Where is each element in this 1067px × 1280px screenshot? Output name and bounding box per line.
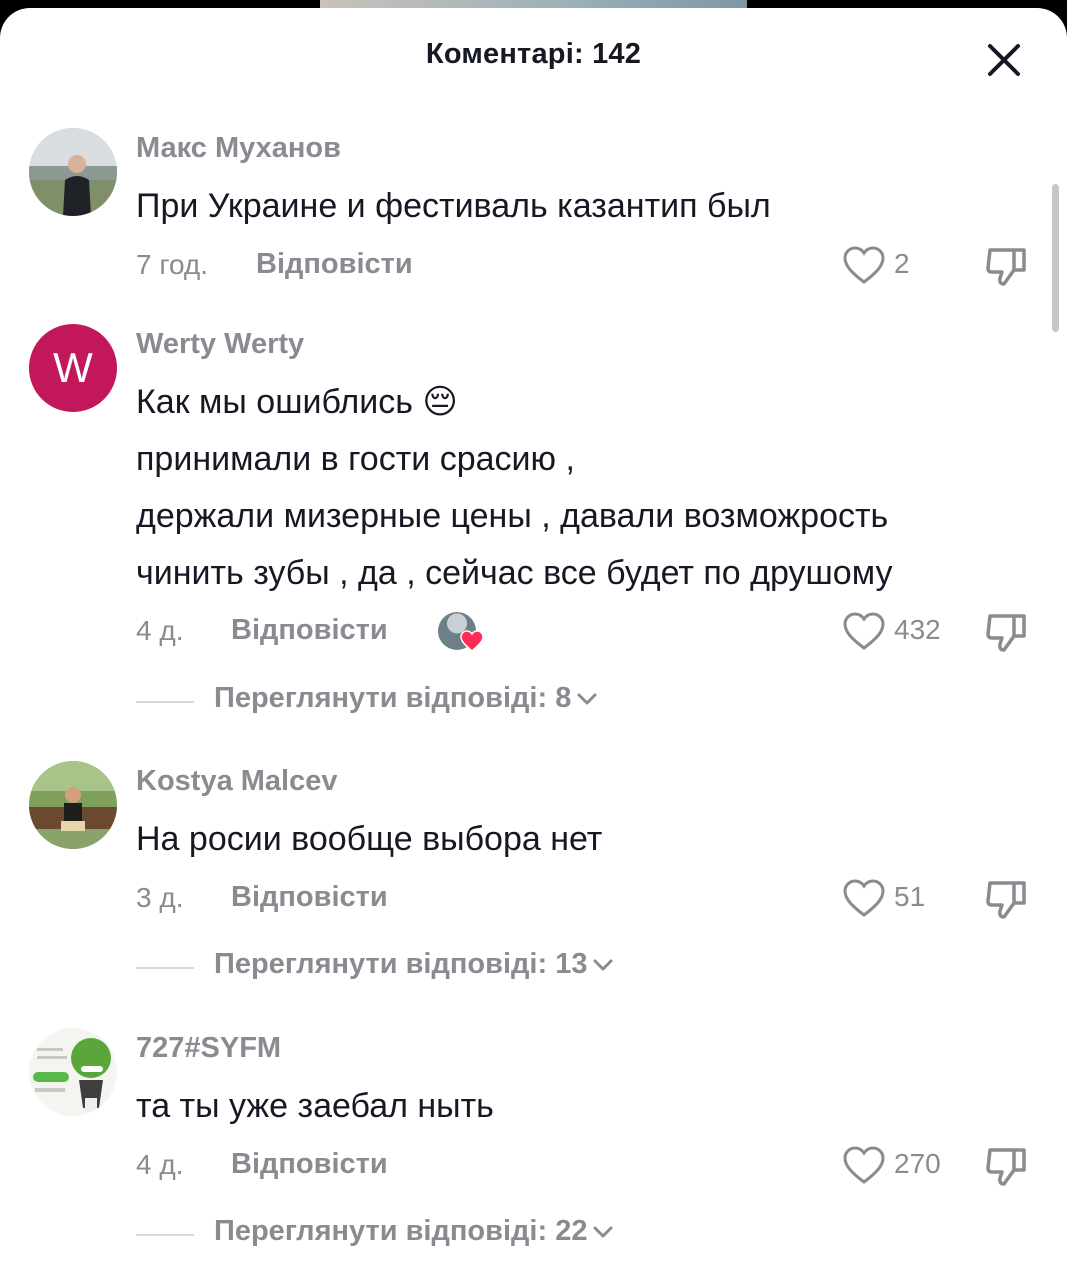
divider: [136, 701, 194, 703]
chevron-down-icon: [577, 693, 597, 705]
like-count: 51: [894, 881, 926, 912]
scrollbar[interactable]: [1052, 184, 1059, 332]
comment-time: 3 д.: [136, 882, 184, 913]
divider: [136, 1234, 194, 1236]
like-button[interactable]: 432: [842, 611, 962, 655]
view-replies-button[interactable]: Переглянути відповіді: 13: [214, 948, 615, 981]
view-replies-label: Переглянути відповіді: 22: [214, 1215, 588, 1247]
comments-title: Коментарі: 142: [425, 38, 642, 70]
reply-button[interactable]: Відповісти: [256, 248, 413, 281]
user-photo-avatar-icon: [29, 761, 117, 849]
like-button[interactable]: 270: [842, 1145, 962, 1189]
avatar[interactable]: W: [29, 324, 117, 412]
reply-button[interactable]: Відповісти: [231, 614, 388, 647]
like-count: 270: [894, 1148, 941, 1179]
comment-username[interactable]: Макс Муханов: [136, 132, 341, 165]
dislike-icon[interactable]: [984, 610, 1030, 656]
heart-outline-icon[interactable]: [842, 245, 886, 285]
heart-outline-icon[interactable]: [842, 1145, 886, 1185]
like-count: 432: [894, 614, 941, 645]
chevron-down-icon: [593, 959, 613, 971]
view-replies-label: Переглянути відповіді: 8: [214, 682, 572, 714]
comment-username[interactable]: Werty Werty: [136, 328, 304, 361]
comment-username[interactable]: 727#SYFM: [136, 1032, 281, 1065]
heart-outline-icon[interactable]: [842, 878, 886, 918]
view-replies-label: Переглянути відповіді: 13: [214, 948, 588, 980]
close-icon[interactable]: [982, 38, 1026, 82]
heart-filled-icon: [460, 630, 484, 652]
view-replies[interactable]: Переглянути відповіді: 13: [136, 948, 696, 988]
like-count: 2: [894, 248, 910, 279]
divider: [136, 967, 194, 969]
view-replies-button[interactable]: Переглянути відповіді: 8: [214, 682, 599, 715]
comment-text-line: чинить зубы , да , сейчас все будет по д…: [136, 554, 893, 592]
close-button[interactable]: [982, 38, 1026, 82]
comment-text-line: держали мизерные цены , давали возможрос…: [136, 497, 889, 535]
comment-time: 4 д.: [136, 615, 184, 646]
dislike-icon[interactable]: [984, 1144, 1030, 1190]
like-button[interactable]: 51: [842, 878, 942, 922]
heart-outline-icon[interactable]: [842, 611, 886, 651]
avatar-letter: W: [53, 344, 93, 391]
comments-sheet: Коментарі: 142 Макс Муханов При Украине …: [0, 8, 1067, 1280]
view-replies[interactable]: Переглянути відповіді: 8: [136, 682, 696, 722]
avatar[interactable]: [29, 1028, 117, 1116]
view-replies[interactable]: Переглянути відповіді: 22: [136, 1215, 696, 1255]
avatar[interactable]: [29, 761, 117, 849]
creator-liked-badge: [438, 612, 484, 658]
comment-text: На росии вообще выбора нет: [136, 820, 603, 858]
reply-button[interactable]: Відповісти: [231, 1148, 388, 1181]
comment-username[interactable]: Kostya Malcev: [136, 765, 338, 798]
user-photo-avatar-icon: [29, 128, 117, 216]
comment-text-line: Как мы ошиблись 😔: [136, 383, 458, 421]
like-button[interactable]: 2: [842, 245, 942, 289]
comment-text: При Украине и фестиваль казантип был: [136, 187, 771, 225]
avatar[interactable]: [29, 128, 117, 216]
reply-button[interactable]: Відповісти: [231, 881, 388, 914]
view-replies-button[interactable]: Переглянути відповіді: 22: [214, 1215, 615, 1248]
comment-text: та ты уже заебал ныть: [136, 1087, 494, 1125]
comment-time: 7 год.: [136, 249, 209, 280]
comment-time: 4 д.: [136, 1149, 184, 1180]
dislike-icon[interactable]: [984, 244, 1030, 290]
comment-text-line: принимали в гости срасию ,: [136, 440, 575, 478]
user-photo-avatar-icon: [29, 1028, 117, 1116]
dislike-icon[interactable]: [984, 877, 1030, 923]
chevron-down-icon: [593, 1226, 613, 1238]
